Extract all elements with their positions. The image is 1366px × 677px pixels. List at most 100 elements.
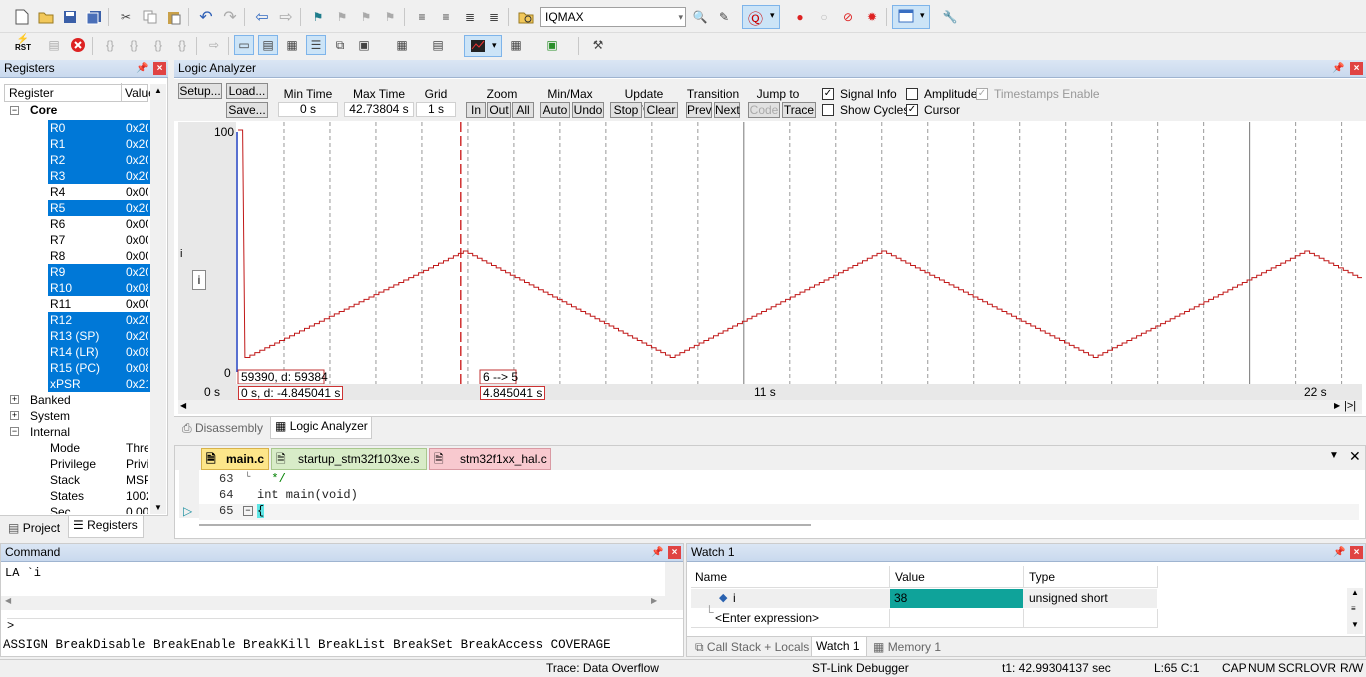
find-icon[interactable]: 🔍 [690,7,710,27]
tab-main-c[interactable]: 🗎 main.c [201,448,269,470]
redo-icon[interactable]: ↷ [220,7,240,27]
register-value[interactable]: 0x20 [126,152,148,168]
register-value[interactable]: Thre [126,440,148,456]
watch-row[interactable]: ◆ i 38 unsigned short [691,589,1157,608]
copy-icon[interactable] [140,7,160,27]
auto-button[interactable]: Auto [540,102,570,118]
jump-code-button[interactable]: Code [748,102,780,118]
tab-project[interactable]: ▤ Project [4,519,66,538]
zoom-out-button[interactable]: Out [487,102,511,118]
register-value[interactable]: Privi [126,456,148,472]
step-out-icon[interactable]: {} [148,35,168,55]
register-row[interactable]: R15 (PC) 0x08 [0,360,150,376]
waveform-plot[interactable]: 59390, d: 59384 6 --> 5 [236,122,1362,384]
register-value[interactable]: 0x08 [126,344,148,360]
register-value[interactable]: 0x20 [126,120,148,136]
step-into-icon[interactable]: {} [100,35,120,55]
registers-scrollbar[interactable]: ▲ ▼ [150,84,166,514]
analysis-window-button[interactable]: ▾ [464,35,502,57]
register-value[interactable]: 0x20 [126,168,148,184]
expand-icon[interactable]: + [10,411,19,420]
register-value[interactable]: 0x00 [126,296,148,312]
new-file-icon[interactable] [12,7,32,27]
save-all-icon[interactable] [84,7,104,27]
trace-window-icon[interactable]: ▦ [506,35,526,55]
register-row[interactable]: R8 0x00 [0,248,150,264]
tab-watch-1[interactable]: Watch 1 [811,637,867,657]
cut-icon[interactable]: ✂ [116,7,136,27]
register-row[interactable]: R9 0x20 [0,264,150,280]
debug-session-button[interactable]: Ⓠ ▾ [742,5,780,29]
save-button[interactable]: Save... [226,102,268,118]
register-row[interactable]: Sec 0.00( [0,504,150,514]
register-row[interactable]: Privilege Privi [0,456,150,472]
tab-hal[interactable]: 🗎 stm32f1xx_hal.c [429,448,551,470]
step-over-icon[interactable]: {} [124,35,144,55]
enter-expression[interactable]: <Enter expression> [715,611,819,625]
register-group[interactable]: + System [0,408,150,424]
watch-window-icon[interactable]: ▣ [354,35,374,55]
load-button[interactable]: Load... [226,83,268,99]
tab-logic-analyzer[interactable]: ▦ Logic Analyzer [270,417,372,439]
collapse-icon[interactable]: − [10,427,19,436]
registers-window-icon[interactable]: ☰ [306,35,326,55]
register-value[interactable]: 0x08 [126,280,148,296]
tab-memory-1[interactable]: ▦ Memory 1 [869,638,949,656]
group-core[interactable]: Core [30,104,57,117]
register-row[interactable]: Stack MSP [0,472,150,488]
kill-all-breakpoints-icon[interactable]: ✹ [862,7,882,27]
close-icon[interactable]: × [1350,546,1363,559]
serial-window-icon[interactable]: ▤ [428,35,448,55]
register-row[interactable]: R14 (LR) 0x08 [0,344,150,360]
column-header-register[interactable]: Register [9,86,54,100]
la-horizontal-scrollbar[interactable]: ◀ ▶ |>| [178,400,1362,414]
close-icon[interactable]: × [153,62,166,75]
open-folder-icon[interactable] [36,7,56,27]
close-icon[interactable]: × [668,546,681,559]
collapse-icon[interactable]: − [10,106,19,115]
register-row[interactable]: R11 0x00 [0,296,150,312]
code-area[interactable]: 63 └ */ 64 int main(void) 65−{ [199,470,1359,520]
zoom-in-button[interactable]: In [466,102,486,118]
register-row[interactable]: Mode Thre [0,440,150,456]
incremental-find-icon[interactable]: ✎ [714,7,734,27]
scroll-right-icon[interactable]: ▶ [1334,401,1340,410]
next-transition-button[interactable]: Next [714,102,740,118]
run-to-cursor-icon[interactable]: {} [172,35,192,55]
register-value[interactable]: 0x00 [126,248,148,264]
register-value[interactable]: 0x20 [126,200,148,216]
editor-horizontal-scrollbar[interactable] [199,524,811,526]
command-scrollbar[interactable]: ◀ ▶ [1,596,665,610]
command-window-icon[interactable]: ▭ [234,35,254,55]
register-row[interactable]: R7 0x00 [0,232,150,248]
stop-update-button[interactable]: Stop [610,102,642,118]
amplitude-checkbox[interactable] [906,88,918,100]
paste-icon[interactable] [164,7,184,27]
disable-all-breakpoints-icon[interactable]: ⊘ [838,7,858,27]
register-row[interactable]: R12 0x20 [0,312,150,328]
configure-icon[interactable]: 🔧 [940,7,960,27]
system-viewer-icon[interactable]: ▣ [542,35,562,55]
symbols-window-icon[interactable]: ▦ [282,35,302,55]
unindent-icon[interactable]: ≡ [436,7,456,27]
navigate-forward-icon[interactable]: ⇨ [276,7,296,27]
watch-value[interactable]: 38 [890,589,1023,608]
column-header-name[interactable]: Name [695,570,727,584]
tab-list-icon[interactable]: ▼ [1329,450,1339,461]
find-in-files-icon[interactable] [516,7,536,27]
register-value[interactable]: 0.00( [126,504,148,514]
register-row[interactable]: R0 0x20 [0,120,150,136]
setup-button[interactable]: Setup... [178,83,222,99]
zoom-all-button[interactable]: All [512,102,534,118]
register-row[interactable]: R2 0x20 [0,152,150,168]
close-editor-icon[interactable]: ✕ [1349,448,1361,465]
uncomment-icon[interactable]: ≣ [484,7,504,27]
register-value[interactable]: 1002 [126,488,148,504]
register-value[interactable]: 0x20 [126,328,148,344]
bookmark-icon[interactable]: ⚑ [308,7,328,27]
register-row[interactable]: R5 0x20 [0,200,150,216]
register-group[interactable]: − Internal [0,424,150,440]
close-icon[interactable]: × [1350,62,1363,75]
save-icon[interactable] [60,7,80,27]
breakpoint-icon[interactable]: ● [790,7,810,27]
